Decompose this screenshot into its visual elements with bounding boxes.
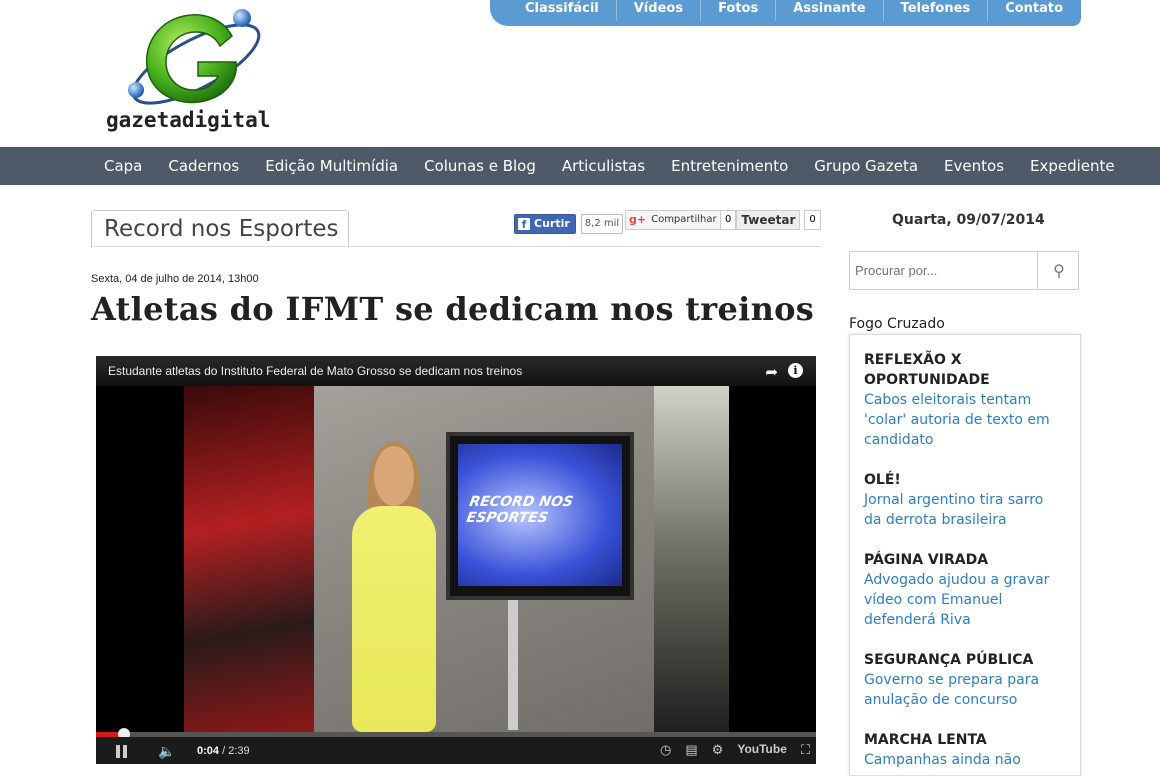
fullscreen-icon[interactable]: ⛶: [801, 742, 810, 758]
gplus-share: g+ Compartilhar: [625, 210, 724, 230]
list-item-link[interactable]: Campanhas ainda não: [864, 750, 1064, 770]
video-scene-poster: [184, 386, 314, 732]
search-icon: ⚲: [1053, 261, 1065, 280]
list-item: MARCHA LENTA Campanhas ainda não: [864, 730, 1064, 770]
video-title-bar: Estudante atletas do Instituto Federal d…: [96, 356, 816, 386]
info-icon[interactable]: i: [788, 363, 803, 378]
pause-icon[interactable]: [116, 745, 120, 758]
nav-item-grupo-gazeta[interactable]: Grupo Gazeta: [801, 147, 931, 185]
list-item-kicker: REFLEXÃO X OPORTUNIDADE: [864, 352, 990, 388]
list-item-kicker: SEGURANÇA PÚBLICA: [864, 652, 1034, 668]
tweet-count: 0: [804, 210, 821, 230]
top-link-classificados[interactable]: Classifácil: [508, 0, 617, 21]
article-date: Sexta, 04 de julho de 2014, 13h00: [91, 273, 259, 285]
top-link-videos[interactable]: Vídeos: [617, 0, 702, 21]
top-link-contato[interactable]: Contato: [988, 0, 1080, 21]
nav-item-eventos[interactable]: Eventos: [931, 147, 1017, 185]
video-scene-poster-right: [654, 386, 729, 732]
gplus-share-count: 0: [720, 210, 737, 230]
site-logo[interactable]: gazetadigital: [104, 6, 279, 134]
section-title: Record nos Esportes: [104, 216, 339, 242]
top-link-fotos[interactable]: Fotos: [701, 0, 777, 21]
search-input[interactable]: [850, 252, 1038, 289]
fogo-cruzado-title: Fogo Cruzado: [849, 316, 945, 332]
gplus-share-button[interactable]: g+ Compartilhar: [625, 210, 724, 230]
list-item: PÁGINA VIRADA Advogado ajudou a gravar v…: [864, 550, 1064, 630]
video-scene-tv: RECORD NOS ESPORTES: [446, 432, 634, 600]
video-scene-presenter: [344, 442, 444, 732]
list-item-link[interactable]: Cabos eleitorais tentam 'colar' autoria …: [864, 390, 1064, 450]
facebook-like-label: Curtir: [534, 217, 570, 230]
top-link-assinante[interactable]: Assinante: [776, 0, 884, 21]
video-scene-tv-text: RECORD NOS ESPORTES: [465, 494, 575, 526]
facebook-like-button[interactable]: f Curtir: [514, 214, 576, 234]
list-item-link[interactable]: Governo se prepara para anulação de conc…: [864, 670, 1064, 710]
video-title[interactable]: Estudante atletas do Instituto Federal d…: [108, 364, 522, 378]
share-icon[interactable]: ➦: [765, 363, 778, 381]
section-tab: Record nos Esportes: [91, 210, 349, 248]
list-item: REFLEXÃO X OPORTUNIDADE Cabos eleitorais…: [864, 350, 1064, 450]
fogo-cruzado-box: REFLEXÃO X OPORTUNIDADE Cabos eleitorais…: [849, 334, 1081, 776]
volume-icon[interactable]: 🔈: [158, 743, 175, 760]
list-item: SEGURANÇA PÚBLICA Governo se prepara par…: [864, 650, 1064, 710]
tweet-button[interactable]: Tweetar: [736, 210, 801, 230]
list-item-link[interactable]: Jornal argentino tira sarro da derrota b…: [864, 490, 1064, 530]
settings-gear-icon[interactable]: ⚙: [712, 742, 724, 758]
search-box: ⚲: [849, 251, 1079, 290]
nav-item-articulistas[interactable]: Articulistas: [549, 147, 658, 185]
nav-item-colunas-blog[interactable]: Colunas e Blog: [411, 147, 549, 185]
top-links-bar: Classifácil Vídeos Fotos Assinante Telef…: [490, 0, 1081, 26]
video-duration: 2:39: [228, 745, 250, 757]
list-item-kicker: OLÉ!: [864, 472, 901, 488]
section-divider: [91, 246, 821, 247]
facebook-icon: f: [518, 218, 530, 231]
article-headline: Atletas do IFMT se dedicam nos treinos: [91, 290, 815, 328]
nav-item-edicao-multimidia[interactable]: Edição Multimídia: [252, 147, 411, 185]
youtube-logo[interactable]: YouTube: [737, 742, 787, 758]
list-item-kicker: MARCHA LENTA: [864, 732, 987, 748]
sidebar-date: Quarta, 09/07/2014: [892, 212, 1045, 228]
search-button[interactable]: ⚲: [1040, 252, 1078, 289]
facebook-like-count: 8,2 mil: [580, 214, 624, 234]
top-link-telefones[interactable]: Telefones: [884, 0, 989, 21]
nav-item-expediente[interactable]: Expediente: [1017, 147, 1128, 185]
list-item-link[interactable]: Advogado ajudou a gravar vídeo com Emanu…: [864, 570, 1064, 630]
video-current-time: 0:04: [197, 745, 220, 757]
list-item: OLÉ! Jornal argentino tira sarro da derr…: [864, 470, 1064, 530]
video-frame: RECORD NOS ESPORTES: [184, 386, 729, 732]
twitter-share: 0 Tweetar 0: [720, 210, 821, 230]
nav-item-cadernos[interactable]: Cadernos: [155, 147, 252, 185]
watch-later-icon[interactable]: ◷: [660, 742, 671, 758]
gplus-icon: g+: [629, 213, 647, 226]
main-nav: Capa Cadernos Edição Multimídia Colunas …: [0, 147, 1160, 185]
logo-g-icon: [128, 9, 261, 105]
captions-icon[interactable]: ▤: [685, 742, 697, 758]
nav-item-capa[interactable]: Capa: [91, 147, 155, 185]
nav-item-entretenimento[interactable]: Entretenimento: [658, 147, 801, 185]
facebook-like: f Curtir 8,2 mil: [514, 214, 624, 234]
list-item-kicker: PÁGINA VIRADA: [864, 552, 989, 568]
gplus-share-label: Compartilhar: [651, 214, 717, 225]
video-controls: 🔈 0:04 / 2:39 ◷ ▤ ⚙ YouTube ⛶: [96, 737, 816, 764]
video-player[interactable]: RECORD NOS ESPORTES Estudante atletas do…: [96, 356, 816, 764]
video-time: 0:04 / 2:39: [197, 745, 250, 757]
logo-text: gazetadigital: [106, 108, 271, 132]
